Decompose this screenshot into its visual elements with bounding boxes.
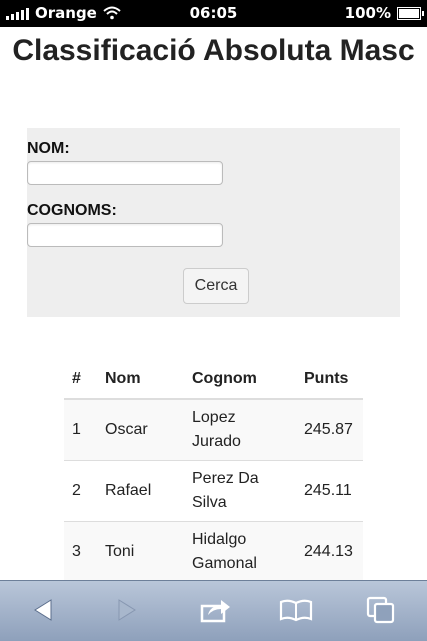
cognoms-label: COGNOMS: (27, 202, 117, 219)
bookmarks-button[interactable] (279, 595, 313, 625)
rank-cell: 3 (64, 521, 97, 582)
forward-arrow-icon (118, 599, 136, 621)
browser-toolbar (0, 580, 427, 641)
share-button[interactable] (199, 595, 233, 625)
rank-cell: 1 (64, 398, 97, 461)
points-cell: 245.11 (296, 460, 363, 522)
points-cell: 244.13 (296, 521, 363, 582)
results-table: # Nom Cognom Punts 1 Oscar Lopez Jurado … (64, 360, 363, 582)
bookmarks-icon (279, 599, 313, 622)
surname-cell: Lopez Jurado (184, 398, 296, 461)
share-icon (200, 600, 230, 623)
surname-cell: Hidalgo Gamonal (184, 521, 296, 582)
nom-label: NOM: (27, 140, 70, 157)
nom-input[interactable] (27, 161, 223, 185)
col-header-rank: # (64, 360, 97, 400)
col-header-surname: Cognom (184, 360, 296, 400)
back-button[interactable] (26, 595, 60, 625)
search-form: NOM: COGNOMS: Cerca (27, 128, 400, 317)
tabs-button[interactable] (364, 595, 398, 625)
table-row: 1 Oscar Lopez Jurado 245.87 (64, 398, 363, 461)
status-bar: Orange 06:05 100% (0, 0, 427, 27)
name-cell: Rafael (97, 460, 184, 522)
col-header-points: Punts (296, 360, 363, 400)
name-cell: Oscar (97, 398, 184, 461)
forward-button[interactable] (110, 595, 144, 625)
search-button[interactable]: Cerca (183, 268, 249, 304)
battery-icon (397, 6, 424, 20)
cognoms-input[interactable] (27, 223, 223, 247)
surname-cell: Perez Da Silva (184, 460, 296, 522)
table-header-row: # Nom Cognom Punts (64, 360, 363, 400)
table-row: 2 Rafael Perez Da Silva 245.11 (64, 460, 363, 522)
battery-percent: 100% (344, 4, 391, 22)
rank-cell: 2 (64, 460, 97, 522)
points-cell: 245.87 (296, 398, 363, 461)
tabs-icon (366, 596, 395, 624)
back-arrow-icon (34, 599, 52, 621)
table-row: 3 Toni Hidalgo Gamonal 244.13 (64, 521, 363, 582)
page-title: Classificació Absoluta Masc (12, 34, 415, 67)
col-header-name: Nom (97, 360, 184, 400)
name-cell: Toni (97, 521, 184, 582)
status-right: 100% (344, 4, 424, 22)
